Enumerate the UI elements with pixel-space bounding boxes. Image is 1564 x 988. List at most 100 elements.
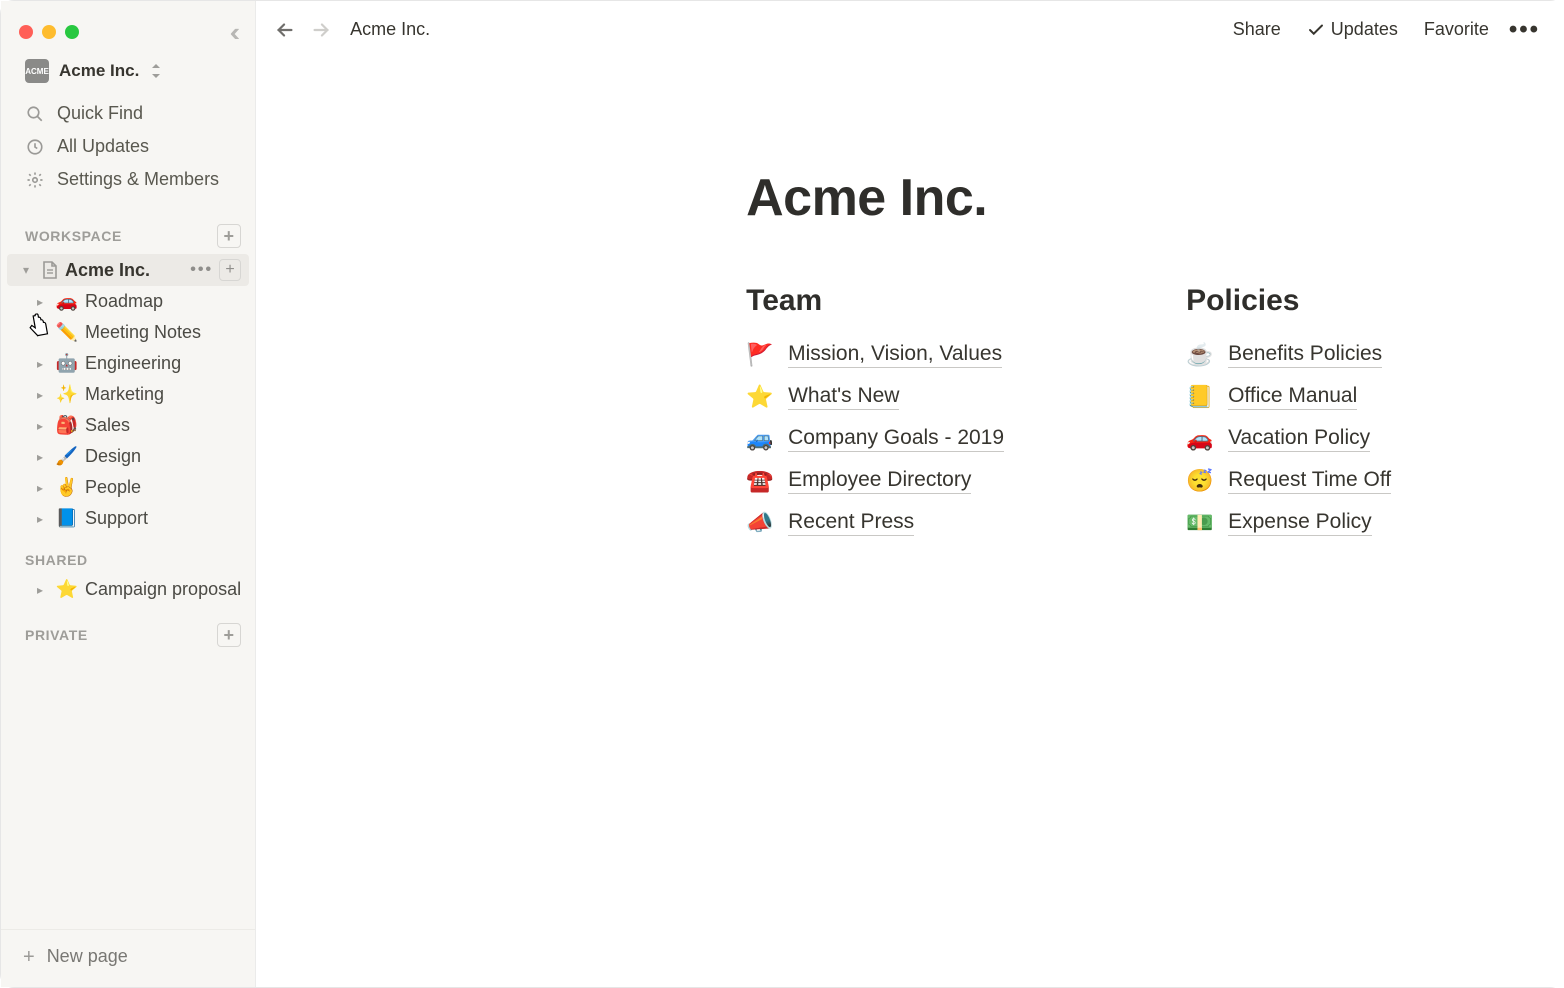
link-emoji-icon: 😴 (1186, 468, 1214, 494)
sidebar-page-label: Roadmap (85, 291, 241, 312)
section-header-shared: SHARED (1, 534, 255, 574)
sidebar-page-people[interactable]: ▸✌️People (7, 472, 249, 503)
main-content: Acme Inc. Share Updates Favorite ••• Acm… (256, 1, 1564, 987)
new-page-button[interactable]: + New page (1, 929, 255, 987)
page-link[interactable]: Recent Press (788, 510, 914, 536)
page-link[interactable]: Expense Policy (1228, 510, 1372, 536)
page-emoji-icon: ✨ (55, 384, 79, 405)
sidebar-page-label: Support (85, 508, 241, 529)
disclosure-triangle-icon[interactable]: ▾ (17, 263, 35, 277)
section-shared-label: SHARED (25, 552, 88, 568)
updates-button[interactable]: Updates (1301, 15, 1404, 44)
page-link[interactable]: Employee Directory (788, 468, 971, 494)
sidebar-page-engineering[interactable]: ▸ 🤖 Engineering (7, 348, 249, 379)
more-menu-button[interactable]: ••• (1509, 16, 1540, 44)
sidebar-shared-campaign-proposal[interactable]: ▸⭐Campaign proposal (7, 574, 249, 605)
sidebar-page-meeting-notes[interactable]: ▸✏️Meeting Notes (7, 317, 249, 348)
page-link[interactable]: Mission, Vision, Values (788, 342, 1002, 368)
disclosure-triangle-icon[interactable]: ▸ (31, 512, 49, 526)
page-icon (41, 260, 59, 280)
collapse-sidebar-button[interactable]: ‹‹ (230, 19, 241, 45)
page-link[interactable]: Office Manual (1228, 384, 1357, 410)
page-link[interactable]: Company Goals - 2019 (788, 426, 1004, 452)
page-title[interactable]: Acme Inc. (746, 168, 1564, 228)
traffic-lights (19, 25, 79, 39)
page-content: Acme Inc. Team 🚩 Mission, Vision, Values ⭐W… (746, 58, 1564, 552)
gear-icon (25, 170, 45, 190)
sidebar-page-label: Campaign proposal (85, 579, 241, 600)
page-link-row: ☕Benefits Policies (1186, 342, 1564, 368)
page-emoji-icon: 🎒 (55, 415, 79, 436)
sidebar-page-label: Design (85, 446, 241, 467)
page-link-row: 😴 Request Time Off (1186, 468, 1564, 494)
sidebar-page-acme-inc-[interactable]: ▾ Acme Inc. ••• + (7, 254, 249, 286)
sidebar-nav: Quick Find All Updates Settings & Member… (1, 95, 255, 206)
disclosure-triangle-icon[interactable]: ▸ (31, 481, 49, 495)
page-more-button[interactable]: ••• (190, 261, 213, 279)
sidebar-page-design[interactable]: ▸ 🖌️ Design (7, 441, 249, 472)
sidebar-page-marketing[interactable]: ▸✨Marketing (7, 379, 249, 410)
breadcrumb[interactable]: Acme Inc. (350, 19, 430, 40)
topbar: Acme Inc. Share Updates Favorite ••• (256, 1, 1564, 58)
sidebar-page-roadmap[interactable]: ▸🚗Roadmap (7, 286, 249, 317)
quick-find-label: Quick Find (57, 103, 143, 124)
column-team: Team 🚩 Mission, Vision, Values ⭐What's New 🚙… (746, 284, 1126, 552)
back-button[interactable] (274, 19, 296, 41)
section-private-label: PRIVATE (25, 627, 88, 643)
page-link-row: 💵 Expense Policy (1186, 510, 1564, 536)
close-window-button[interactable] (19, 25, 33, 39)
forward-button[interactable] (310, 19, 332, 41)
disclosure-triangle-icon[interactable]: ▸ (31, 295, 49, 309)
disclosure-triangle-icon[interactable]: ▸ (31, 583, 49, 597)
quick-find-button[interactable]: Quick Find (9, 97, 247, 130)
sidebar-page-support[interactable]: ▸ 📘 Support (7, 503, 249, 534)
share-button[interactable]: Share (1227, 15, 1287, 44)
page-columns: Team 🚩 Mission, Vision, Values ⭐What's New 🚙… (746, 284, 1564, 552)
column-heading: Team (746, 284, 1126, 318)
workspace-name: Acme Inc. (59, 61, 139, 81)
settings-members-button[interactable]: Settings & Members (9, 163, 247, 196)
page-link-row: ⭐What's New (746, 384, 1126, 410)
shared-tree: ▸⭐Campaign proposal (1, 574, 255, 605)
new-page-label: New page (47, 946, 128, 967)
page-link-row: 📣Recent Press (746, 510, 1126, 536)
all-updates-button[interactable]: All Updates (9, 130, 247, 163)
page-emoji-icon: 🖌️ (55, 446, 79, 467)
disclosure-triangle-icon[interactable]: ▸ (31, 450, 49, 464)
link-emoji-icon: 💵 (1186, 510, 1214, 536)
section-header-private: PRIVATE + (1, 605, 255, 653)
page-emoji-icon: 📘 (55, 508, 79, 529)
disclosure-triangle-icon[interactable]: ▸ (31, 326, 49, 340)
workspace-switcher[interactable]: ACME Acme Inc. (1, 55, 255, 95)
plus-icon: + (23, 947, 35, 967)
sidebar-page-sales[interactable]: ▸ 🎒 Sales (7, 410, 249, 441)
disclosure-triangle-icon[interactable]: ▸ (31, 419, 49, 433)
add-private-page-button[interactable]: + (217, 623, 241, 647)
add-subpage-button[interactable]: + (219, 259, 241, 281)
sidebar-page-label: Engineering (85, 353, 241, 374)
column-policies: Policies☕Benefits Policies📒Office Manual… (1186, 284, 1564, 552)
section-header-workspace: WORKSPACE + (1, 206, 255, 254)
favorite-button[interactable]: Favorite (1418, 15, 1495, 44)
minimize-window-button[interactable] (42, 25, 56, 39)
add-workspace-page-button[interactable]: + (217, 224, 241, 248)
sidebar-page-label: Acme Inc. (65, 260, 184, 281)
page-link[interactable]: Vacation Policy (1228, 426, 1370, 452)
maximize-window-button[interactable] (65, 25, 79, 39)
disclosure-triangle-icon[interactable]: ▸ (31, 388, 49, 402)
page-link[interactable]: Request Time Off (1228, 468, 1391, 494)
page-link[interactable]: Benefits Policies (1228, 342, 1382, 368)
page-link[interactable]: What's New (788, 384, 899, 410)
page-emoji-icon: ✏️ (55, 322, 79, 343)
disclosure-triangle-icon[interactable]: ▸ (31, 357, 49, 371)
link-emoji-icon: 🚩 (746, 342, 774, 368)
workspace-badge-icon: ACME (25, 59, 49, 83)
page-emoji-icon: ✌️ (55, 477, 79, 498)
sidebar: ‹‹ ACME Acme Inc. Quick Find All Updates… (1, 1, 256, 987)
page-link-row: 🚙Company Goals - 2019 (746, 426, 1126, 452)
sidebar-page-label: Sales (85, 415, 241, 436)
page-emoji-icon: 🤖 (55, 353, 79, 374)
column-heading: Policies (1186, 284, 1564, 318)
chevron-updown-icon (151, 64, 161, 78)
section-workspace-label: WORKSPACE (25, 228, 122, 244)
